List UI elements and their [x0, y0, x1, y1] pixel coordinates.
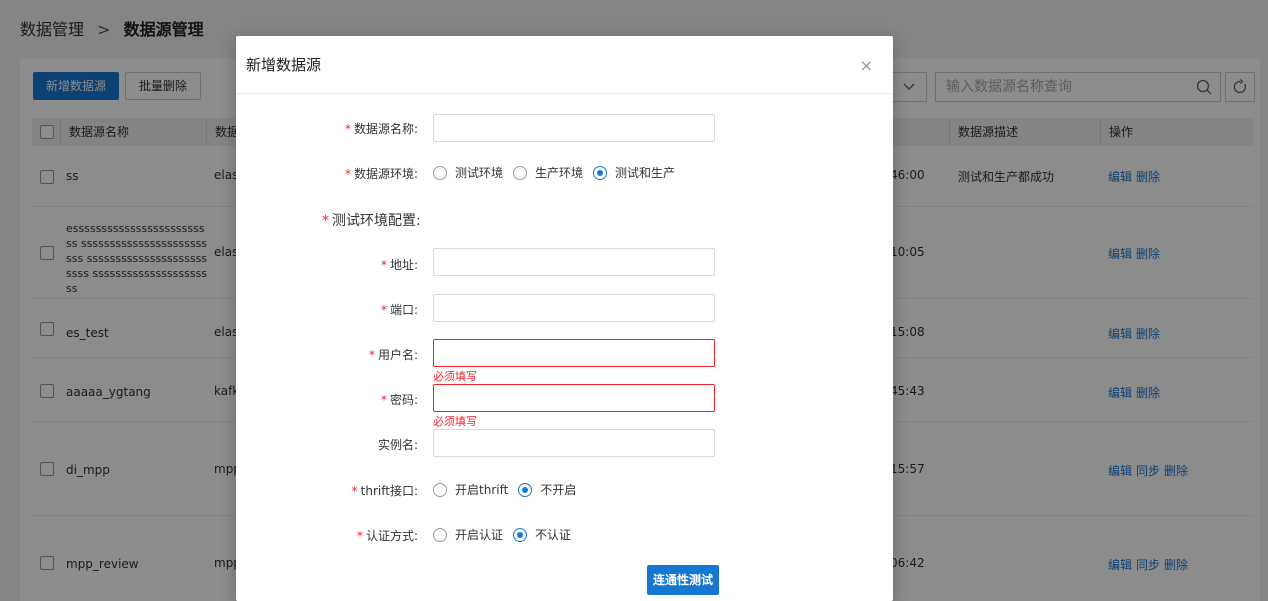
- test-env-section-title: * 测试环境配置:: [322, 213, 421, 229]
- password-error: 必须填写: [433, 415, 477, 428]
- auth-radio-on[interactable]: 开启认证: [433, 526, 503, 543]
- port-input[interactable]: [433, 294, 715, 322]
- username-label: * 用户名:: [368, 348, 418, 362]
- address-input[interactable]: [433, 248, 715, 276]
- add-datasource-modal: 新增数据源 × * 数据源名称: * 数据源环境: 测试环境 生产环境 测试和生产 …: [236, 36, 893, 601]
- thrift-label: * thrift接口:: [351, 484, 418, 498]
- address-label: * 地址:: [380, 258, 418, 272]
- thrift-radio-off[interactable]: 不开启: [518, 481, 576, 498]
- auth-radio-group: 开启认证 不认证: [433, 526, 581, 543]
- env-radio-group: 测试环境 生产环境 测试和生产: [433, 164, 685, 181]
- instance-input[interactable]: [433, 429, 715, 457]
- connectivity-test-button[interactable]: 连通性测试: [647, 565, 719, 595]
- env-radio-both[interactable]: 测试和生产: [593, 164, 675, 181]
- env-radio-prod[interactable]: 生产环境: [513, 164, 583, 181]
- password-label: * 密码:: [380, 393, 418, 407]
- close-icon[interactable]: ×: [860, 56, 873, 75]
- password-input[interactable]: [433, 384, 715, 412]
- env-radio-test[interactable]: 测试环境: [433, 164, 503, 181]
- username-input[interactable]: [433, 339, 715, 367]
- auth-label: * 认证方式:: [356, 529, 418, 543]
- modal-header: 新增数据源 ×: [236, 36, 893, 94]
- port-label: * 端口:: [380, 303, 418, 317]
- datasource-name-input[interactable]: [433, 114, 715, 142]
- modal-title: 新增数据源: [246, 56, 322, 74]
- username-error: 必须填写: [433, 370, 477, 383]
- auth-radio-off[interactable]: 不认证: [513, 526, 571, 543]
- datasource-name-label: * 数据源名称:: [344, 122, 418, 136]
- instance-label: 实例名:: [377, 438, 418, 452]
- thrift-radio-on[interactable]: 开启thrift: [433, 481, 508, 498]
- thrift-radio-group: 开启thrift 不开启: [433, 481, 586, 498]
- datasource-env-label: * 数据源环境:: [344, 167, 418, 181]
